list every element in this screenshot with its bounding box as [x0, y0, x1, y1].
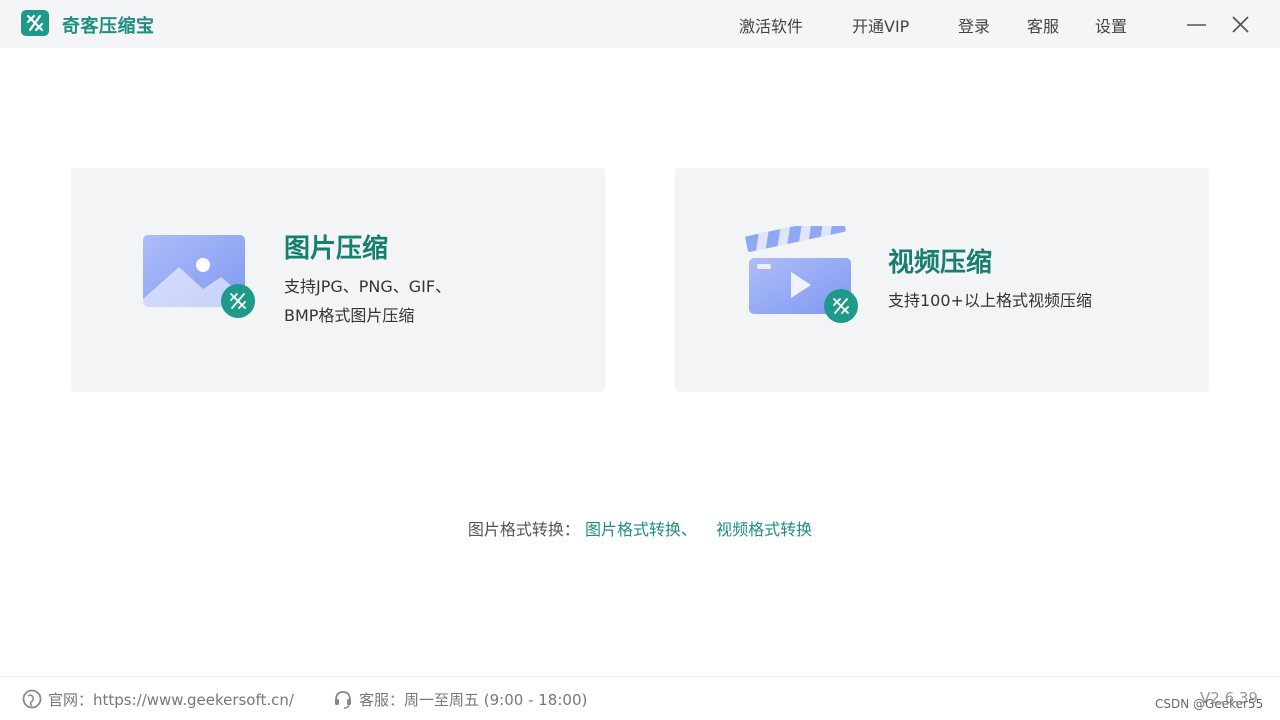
format-conversion-row: 图片格式转换： 图片格式转换、 视频格式转换 — [0, 516, 1280, 540]
headset-icon — [333, 689, 353, 709]
format-conversion-label: 图片格式转换： — [467, 520, 580, 539]
open-vip-button[interactable]: 开通VIP — [852, 13, 909, 37]
image-compress-card[interactable]: 图片压缩 支持JPG、PNG、GIF、 BMP格式图片压缩 — [71, 168, 605, 392]
customer-service-button[interactable]: 客服 — [1027, 13, 1059, 37]
official-website-link[interactable]: 官网：https://www.geekersoft.cn/ — [48, 689, 294, 710]
settings-button[interactable]: 设置 — [1095, 13, 1127, 37]
video-format-convert-link[interactable]: 视频格式转换 — [716, 520, 812, 539]
close-button[interactable] — [1229, 10, 1253, 38]
image-compress-desc-line1: 支持JPG、PNG、GIF、 — [284, 277, 452, 296]
close-icon — [1232, 16, 1249, 33]
image-compress-title: 图片压缩 — [284, 234, 389, 264]
minimize-button[interactable] — [1185, 10, 1209, 38]
video-compress-title: 视频压缩 — [888, 248, 993, 278]
login-button[interactable]: 登录 — [958, 13, 990, 37]
video-compress-card[interactable]: 视频压缩 支持100+以上格式视频压缩 — [675, 168, 1209, 392]
app-logo-icon — [21, 10, 49, 36]
title-bar: 奇客压缩宝 激活软件 开通VIP 登录 客服 设置 — [0, 0, 1280, 48]
minimize-icon — [1187, 24, 1206, 26]
image-compress-desc-line2: BMP格式图片压缩 — [284, 306, 415, 325]
globe-icon — [22, 689, 42, 709]
video-compress-desc: 支持100+以上格式视频压缩 — [888, 291, 1092, 310]
activate-software-button[interactable]: 激活软件 — [739, 13, 803, 37]
image-format-convert-link[interactable]: 图片格式转换 — [585, 520, 681, 539]
footer: 官网：https://www.geekersoft.cn/ 客服：周一至周五 (… — [0, 676, 1280, 720]
video-compress-icon — [745, 216, 865, 330]
format-separator: 、 — [681, 520, 698, 539]
image-compress-icon — [141, 233, 261, 323]
service-hours: 客服：周一至周五 (9:00 - 18:00) — [359, 691, 588, 709]
app-title: 奇客压缩宝 — [62, 16, 155, 37]
watermark: CSDN @Geeker55 — [1155, 697, 1264, 711]
